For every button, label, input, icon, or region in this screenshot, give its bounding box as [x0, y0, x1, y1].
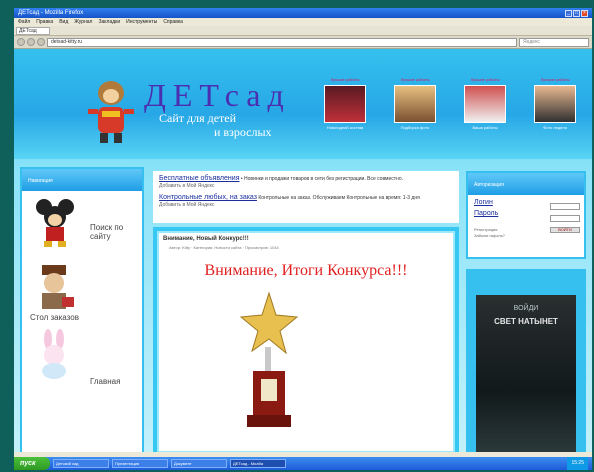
menu-item-edit[interactable]: Правка [36, 19, 53, 25]
contest-headline: Внимание, Итоги Конкурса!!! [204, 262, 408, 279]
post-title[interactable]: Внимание, Новый Конкурс!!! [159, 233, 453, 245]
main-content: Внимание, Новый Конкурс!!! Автор: Kitty … [153, 227, 459, 457]
reload-icon[interactable] [37, 38, 45, 46]
sidebar-header: Навигация [22, 169, 142, 191]
login-header: Авторизация [468, 173, 584, 195]
sidebar-item-label: Главная [90, 377, 121, 386]
menu-item-view[interactable]: Вид [59, 19, 68, 25]
sidebar-item-home[interactable]: Главная [22, 327, 142, 389]
address-bar[interactable]: detsad-kitty.ru [47, 37, 517, 47]
thumb-photo [464, 85, 506, 123]
menu-bar: Файл Правка Вид Журнал Закладки Инструме… [14, 18, 592, 26]
taskbar: пуск Детский сад Презентация Документ ДЕ… [14, 457, 592, 470]
minimize-button[interactable]: _ [565, 9, 572, 17]
thumb-photo [534, 85, 576, 123]
banner-thumb[interactable]: Лучшие работы Новогодний костюм [312, 77, 378, 130]
movie-poster[interactable]: ВОЙДИ СВЕТ НАТЫНЕТ [476, 295, 576, 455]
close-button[interactable]: × [581, 9, 588, 17]
menu-item-bookmarks[interactable]: Закладки [98, 19, 120, 25]
browser-window: ДЕТсад - Mozilla Firefox _ □ × Файл Прав… [14, 8, 592, 470]
poster-panel: ВОЙДИ СВЕТ НАТЫНЕТ [466, 269, 586, 457]
window-title: ДЕТсад - Mozilla Firefox [18, 10, 84, 16]
ads-block: Бесплатные объявления • Новинки и продаж… [153, 171, 459, 223]
ad-item: Контрольные любых, на заказ Контрольные … [159, 194, 420, 208]
menu-item-file[interactable]: Файл [18, 19, 30, 25]
back-icon[interactable] [17, 38, 25, 46]
web-page: ДЕТсад Сайт для детей и взрослых Лучшие … [14, 49, 592, 457]
sidebar-item-label: Поиск по сайту [90, 223, 124, 241]
menu-item-tools[interactable]: Инструменты [126, 19, 157, 25]
forward-icon[interactable] [27, 38, 35, 46]
taskbar-button[interactable]: Документ [171, 459, 227, 468]
taskbar-button[interactable]: Презентация [112, 459, 168, 468]
left-sidebar: Навигация Поиск по сайту Стол заказов Гл… [20, 167, 144, 457]
login-button[interactable]: ВОЙТИ [550, 227, 580, 233]
mickey-mouse-icon [36, 199, 74, 247]
navigation-toolbar: detsad-kitty.ru Яндекс [14, 36, 592, 49]
tab-bar: ДЕТсад [14, 26, 592, 36]
start-button[interactable]: пуск [14, 457, 50, 470]
banner-thumb[interactable]: Лучшие работы Фото недели [522, 77, 588, 130]
browser-tab[interactable]: ДЕТсад [16, 26, 50, 35]
cartoon-bunny-icon [42, 329, 66, 379]
taskbar-button[interactable]: Детский сад [53, 459, 109, 468]
sidebar-item-search[interactable]: Поиск по сайту [22, 195, 142, 257]
site-banner: ДЕТсад Сайт для детей и взрослых Лучшие … [14, 49, 592, 159]
site-tagline-1: Сайт для детей [159, 111, 237, 125]
password-field[interactable] [550, 215, 580, 222]
menu-item-history[interactable]: Журнал [74, 19, 92, 25]
system-clock: 15:25 [567, 457, 588, 470]
site-tagline-2: и взрослых [214, 125, 272, 139]
sidebar-item-orders[interactable]: Стол заказов [22, 261, 142, 323]
poster-line-1: ВОЙДИ [513, 305, 539, 312]
star-trophy-icon [239, 291, 299, 427]
mascot-cartoon-icon [88, 81, 134, 143]
ad-link[interactable]: Контрольные любых, на заказ [159, 194, 257, 201]
banner-thumb[interactable]: Лучшие работы Подборка фото [382, 77, 448, 130]
cartoon-chef-icon [42, 265, 74, 309]
ad-link[interactable]: Бесплатные объявления [159, 175, 239, 182]
search-input[interactable]: Яндекс [519, 37, 589, 47]
maximize-button[interactable]: □ [573, 9, 580, 17]
login-panel: Авторизация Логин Пароль ВОЙТИ Регистрац… [466, 171, 586, 259]
sidebar-item-label: Стол заказов [30, 313, 79, 322]
thumb-photo [394, 85, 436, 123]
login-field[interactable] [550, 203, 580, 210]
post-meta: Автор: Kitty · Категория: Новости сайта … [169, 245, 279, 250]
thumb-photo [324, 85, 366, 123]
ad-item: Бесплатные объявления • Новинки и продаж… [159, 175, 403, 189]
poster-line-2: СВЕТ НАТЫНЕТ [494, 317, 558, 326]
title-bar: ДЕТсад - Mozilla Firefox _ □ × [14, 8, 592, 18]
menu-item-help[interactable]: Справка [163, 19, 183, 25]
taskbar-button[interactable]: ДЕТсад - Mozilla [230, 459, 286, 468]
banner-thumb[interactable]: Лучшие работы Ваши работы [452, 77, 518, 130]
forgot-password-link[interactable]: Забыли пароль? [468, 233, 584, 239]
post-card: Внимание, Новый Конкурс!!! Автор: Kitty … [157, 231, 455, 453]
site-title: ДЕТсад [144, 77, 291, 113]
